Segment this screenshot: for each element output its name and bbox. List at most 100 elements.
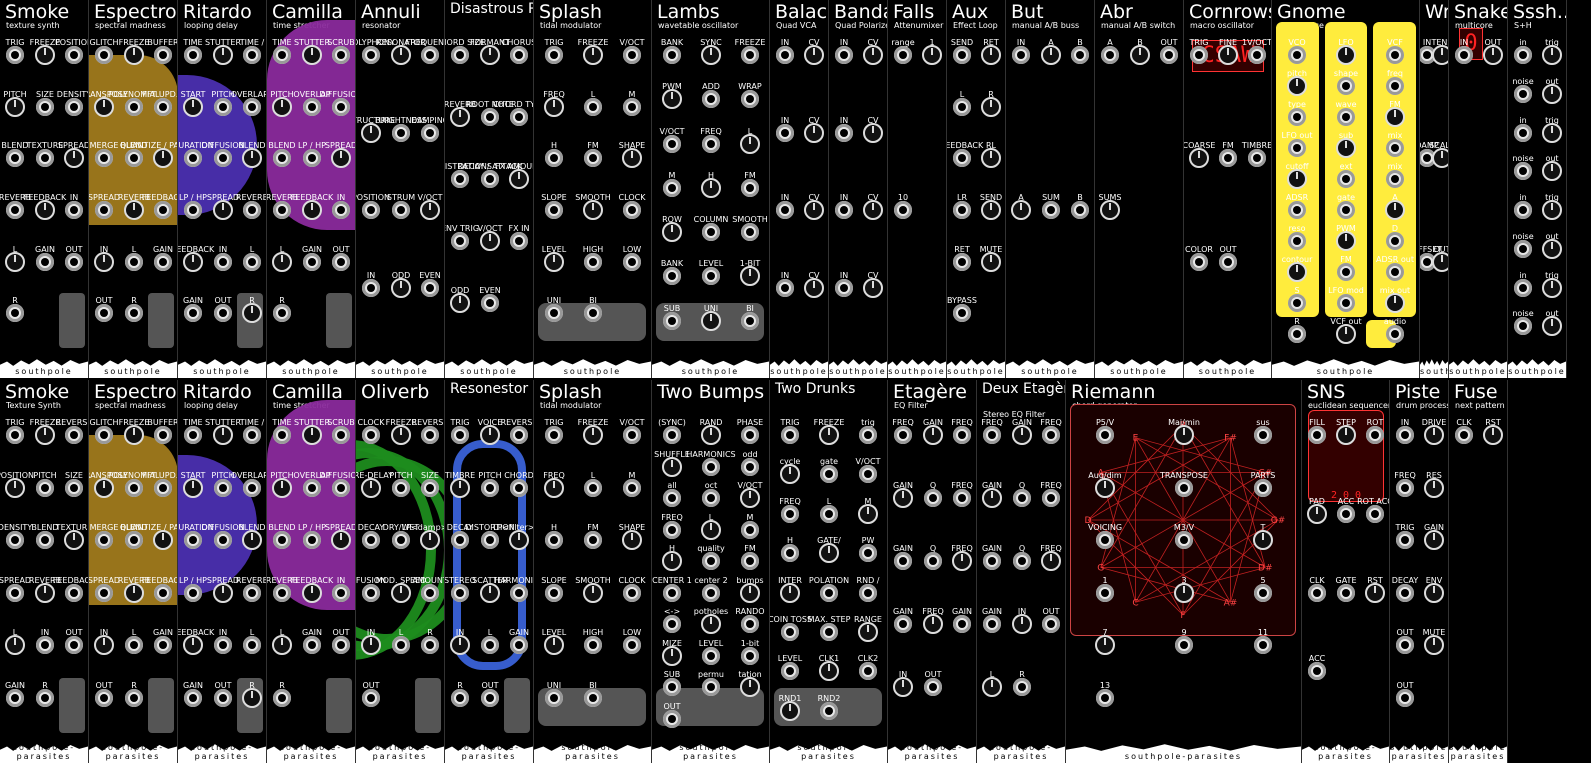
spread-knob[interactable] — [64, 148, 84, 168]
l-jack[interactable] — [584, 98, 602, 116]
high-jack[interactable] — [584, 636, 602, 654]
r-jack[interactable] — [1288, 325, 1306, 343]
v-oct-jack[interactable] — [663, 135, 681, 153]
r-jack[interactable] — [6, 304, 24, 322]
gain-jack[interactable] — [983, 615, 1001, 633]
size-jack[interactable] — [36, 98, 54, 116]
mix-jack[interactable] — [1386, 170, 1404, 188]
gain-knob[interactable] — [923, 425, 943, 445]
sub-jack[interactable] — [663, 678, 681, 696]
trig-jack[interactable] — [545, 46, 563, 64]
reverb-knob[interactable] — [35, 583, 55, 603]
size-jack[interactable] — [421, 479, 439, 497]
vcf-out-knob[interactable] — [1336, 324, 1356, 344]
buffer-jack[interactable] — [154, 46, 172, 64]
pitch-knob[interactable] — [1287, 76, 1307, 96]
shape-knob[interactable] — [622, 530, 642, 550]
lp-hp-jack[interactable] — [303, 149, 321, 167]
voicing-jack[interactable] — [1096, 531, 1114, 549]
bypass-jack[interactable] — [953, 304, 971, 322]
l-knob[interactable] — [272, 252, 292, 272]
stereo-jack[interactable] — [451, 584, 469, 602]
fx-in-jack[interactable] — [510, 232, 528, 250]
permu-jack[interactable] — [702, 678, 720, 696]
l-knob[interactable] — [5, 635, 25, 655]
clock-jack[interactable] — [623, 584, 641, 602]
mute-knob[interactable] — [981, 252, 1001, 272]
sum-jack[interactable] — [1042, 201, 1060, 219]
lfo-knob[interactable] — [1336, 45, 1356, 65]
merge-jack[interactable] — [95, 531, 113, 549]
transpose-knob[interactable] — [94, 478, 114, 498]
polynomial-jack[interactable] — [125, 98, 143, 116]
rl-knob[interactable] — [981, 148, 1001, 168]
pwm-knob[interactable] — [662, 89, 682, 109]
reverb-jack[interactable] — [273, 584, 291, 602]
blend-jack[interactable] — [273, 149, 291, 167]
gate-jack[interactable] — [820, 465, 838, 483]
acc-jack[interactable] — [1308, 662, 1326, 680]
m-knob[interactable] — [858, 504, 878, 524]
gain-jack[interactable] — [953, 615, 971, 633]
gain-jack[interactable] — [894, 615, 912, 633]
potholes-knob[interactable] — [701, 614, 721, 634]
pitch-knob[interactable] — [5, 97, 25, 117]
cv-knob[interactable] — [863, 200, 883, 220]
bank-jack[interactable] — [663, 46, 681, 64]
h-jack[interactable] — [545, 531, 563, 549]
in-knob[interactable] — [893, 677, 913, 697]
all-jack[interactable] — [663, 489, 681, 507]
v-oct-jack[interactable] — [623, 46, 641, 64]
freq-jack[interactable] — [781, 505, 799, 523]
m-jack[interactable] — [741, 521, 759, 539]
trig-jack[interactable] — [1190, 46, 1208, 64]
gain-knob[interactable] — [893, 488, 913, 508]
acc-jack[interactable] — [1337, 505, 1355, 523]
rnd1-knob[interactable] — [780, 701, 800, 721]
odd-knob[interactable] — [450, 293, 470, 313]
in-jack[interactable] — [776, 124, 794, 142]
l-jack[interactable] — [481, 636, 499, 654]
fft-upd-jack[interactable] — [154, 98, 172, 116]
h-knob[interactable] — [701, 178, 721, 198]
glitch-jack[interactable] — [95, 46, 113, 64]
reverse-jack[interactable] — [510, 426, 528, 444]
l-jack[interactable] — [243, 253, 261, 271]
in-jack[interactable] — [362, 279, 380, 297]
ret-jack[interactable] — [953, 253, 971, 271]
sync-knob[interactable] — [701, 45, 721, 65]
out-knob[interactable] — [1542, 239, 1562, 259]
reverb-jack[interactable] — [6, 201, 24, 219]
in-jack[interactable] — [1455, 46, 1473, 64]
density-jack[interactable] — [6, 531, 24, 549]
level-knob[interactable] — [544, 635, 564, 655]
out-jack[interactable] — [1219, 253, 1237, 271]
time-jack[interactable] — [184, 426, 202, 444]
quantize-partials-knob[interactable] — [153, 530, 173, 550]
time-jack[interactable] — [273, 46, 291, 64]
fine-knob[interactable] — [1218, 45, 1238, 65]
decay-attack-jack[interactable] — [481, 170, 499, 188]
pad-knob[interactable] — [1307, 504, 1327, 524]
wrap-jack[interactable] — [741, 90, 759, 108]
wave-jack[interactable] — [1337, 108, 1355, 126]
in-jack[interactable] — [776, 46, 794, 64]
feedback-jack[interactable] — [154, 201, 172, 219]
out-jack[interactable] — [1160, 46, 1178, 64]
in-jack[interactable] — [332, 584, 350, 602]
7-knob[interactable] — [1095, 635, 1115, 655]
reverse-jack[interactable] — [65, 426, 83, 444]
out-knob[interactable] — [1432, 252, 1448, 272]
gain-jack[interactable] — [6, 689, 24, 707]
in-knob[interactable] — [361, 635, 381, 655]
time-jack[interactable] — [243, 426, 261, 444]
spread-knob[interactable] — [331, 530, 351, 550]
pitch-knob[interactable] — [272, 478, 292, 498]
sub-knob[interactable] — [1336, 138, 1356, 158]
freq-jack[interactable] — [702, 135, 720, 153]
out-jack[interactable] — [214, 304, 232, 322]
-jack[interactable] — [663, 615, 681, 633]
gain-jack[interactable] — [154, 253, 172, 271]
smooth-knob[interactable] — [583, 200, 603, 220]
trig-jack[interactable] — [545, 426, 563, 444]
